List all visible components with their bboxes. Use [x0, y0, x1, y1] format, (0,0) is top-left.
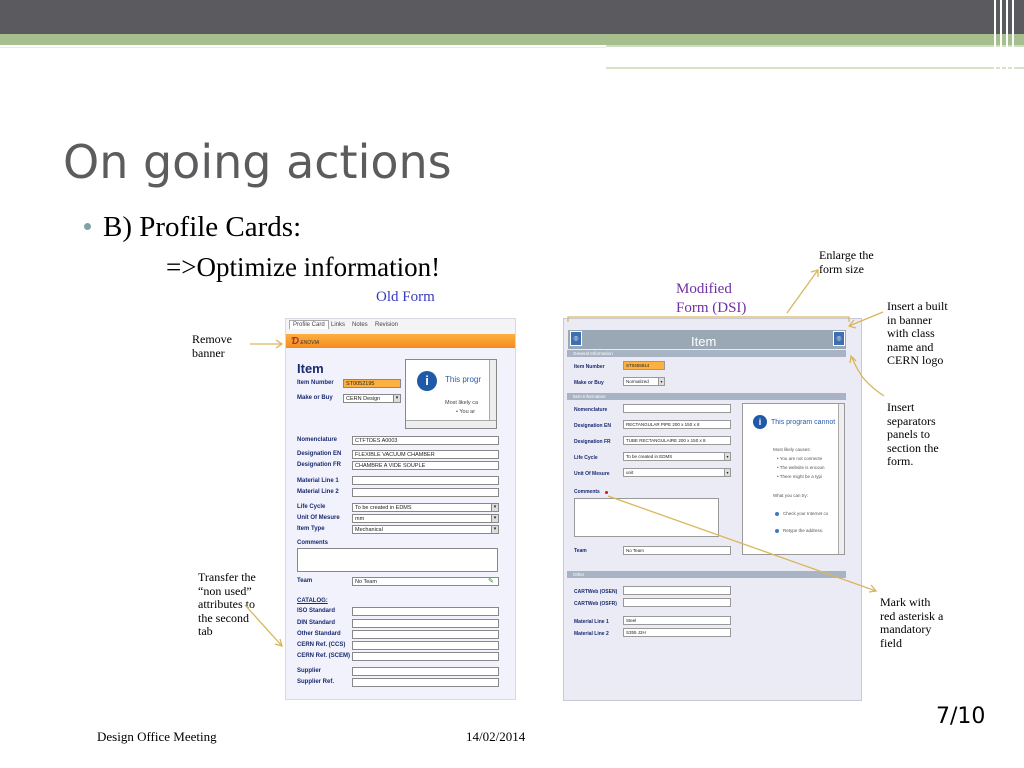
- footer-left: Design Office Meeting: [97, 729, 217, 744]
- enlarge-arrow: [786, 269, 819, 314]
- page-number: 7/10: [936, 704, 986, 729]
- insert-banner-arrow: [848, 311, 884, 327]
- enlarge-bracket: [567, 316, 850, 322]
- annotation-arrows: [244, 269, 885, 647]
- separators-arrow: [850, 355, 885, 397]
- mandatory-arrow: [607, 495, 877, 592]
- footer-date: 14/02/2014: [466, 729, 526, 744]
- transfer-arrow: [244, 604, 283, 647]
